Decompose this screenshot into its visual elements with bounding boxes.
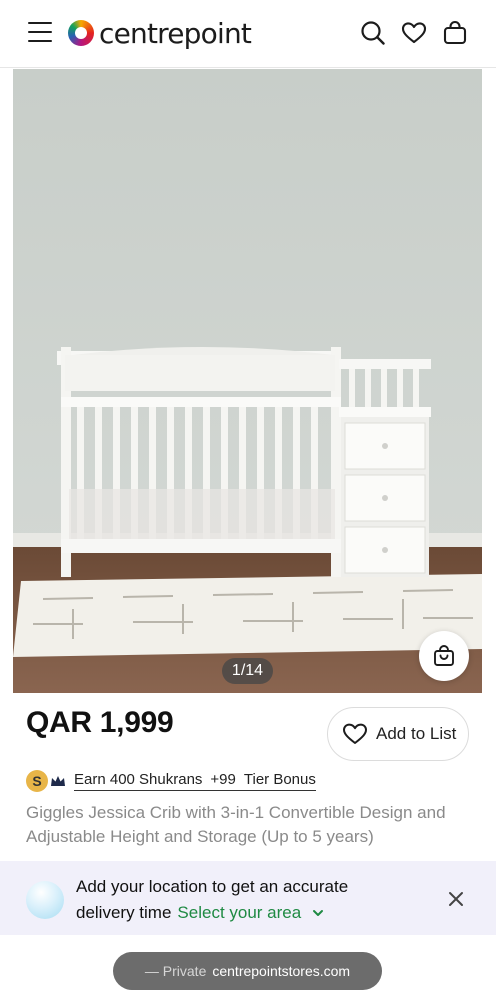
shukran-rewards: S Earn 400 Shukrans +99 Tier Bonus (26, 768, 316, 794)
globe-icon (26, 881, 64, 919)
crown-icon (51, 776, 65, 786)
search-icon[interactable] (360, 20, 386, 46)
heart-icon[interactable] (401, 20, 427, 46)
close-icon[interactable] (446, 889, 466, 909)
location-message-line2: delivery time Select your area (76, 903, 324, 923)
delivery-time-text: delivery time (76, 903, 172, 922)
shukran-tier-text: Tier Bonus (243, 771, 316, 788)
product-title: Giggles Jessica Crib with 3-in-1 Convert… (26, 803, 446, 846)
heart-icon (343, 723, 367, 744)
brand-name: centrepoint (99, 16, 252, 50)
logo-mark-icon (68, 20, 94, 46)
select-area-link[interactable]: Select your area (177, 903, 324, 922)
top-header: centrepoint (0, 0, 496, 68)
product-image-crib (13, 69, 482, 693)
shukran-badge: S (26, 770, 48, 792)
add-to-list-label: Add to List (376, 724, 457, 743)
quick-add-to-bag-button[interactable] (419, 631, 469, 681)
product-image-gallery[interactable] (13, 69, 482, 693)
add-to-list-button[interactable]: Add to List (327, 707, 469, 761)
private-label: — Private (144, 963, 207, 979)
shukran-bonus-value: +99 (210, 771, 236, 788)
image-counter: 1/14 (222, 658, 273, 684)
shopping-bag-icon (434, 645, 454, 666)
shukran-earn-link[interactable]: Earn 400 Shukrans +99 Tier Bonus (74, 771, 316, 791)
product-price: QAR 1,999 (26, 706, 174, 739)
site-domain: centrepointstores.com (212, 963, 351, 979)
chevron-down-icon (312, 910, 323, 916)
browser-address-pill[interactable]: — Private centrepointstores.com (113, 952, 382, 990)
brand-logo[interactable]: centrepoint (68, 14, 252, 52)
shukran-earn-text: Earn 400 Shukrans (74, 771, 203, 788)
shopping-bag-icon[interactable] (442, 20, 468, 46)
location-message: Add your location to get an accurate (76, 877, 349, 896)
menu-icon[interactable] (28, 22, 54, 44)
select-area-label: Select your area (177, 903, 302, 922)
location-banner: Add your location to get an accurate del… (0, 861, 496, 935)
